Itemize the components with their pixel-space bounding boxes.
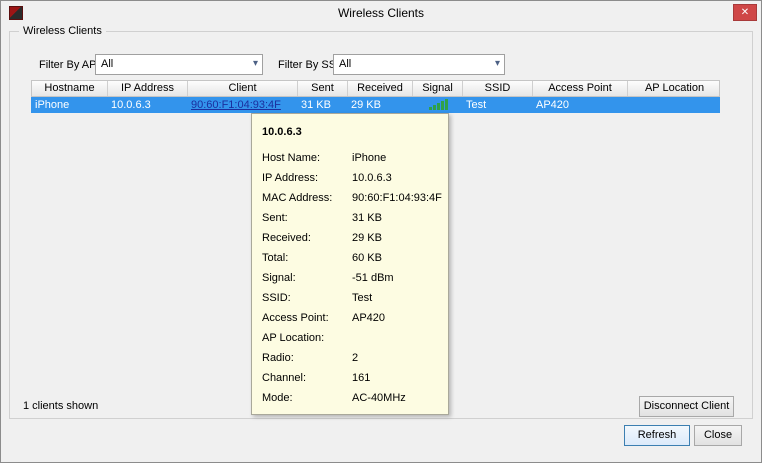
- refresh-button[interactable]: Refresh: [624, 425, 690, 446]
- chevron-down-icon[interactable]: ▾: [495, 58, 500, 69]
- tooltip-row-mode: Mode:AC-40MHz: [262, 388, 440, 408]
- tooltip-title: 10.0.6.3: [262, 122, 440, 142]
- cell-hostname: iPhone: [31, 97, 107, 113]
- close-icon[interactable]: ✕: [733, 4, 757, 21]
- cell-received: 29 KB: [347, 97, 412, 113]
- cell-sent: 31 KB: [297, 97, 347, 113]
- chevron-down-icon[interactable]: ▾: [253, 58, 258, 69]
- tooltip-row-radio: Radio:2: [262, 348, 440, 368]
- col-ip-address[interactable]: IP Address: [108, 81, 188, 96]
- tooltip-row-access-point: Access Point:AP420: [262, 308, 440, 328]
- window-title: Wireless Clients: [1, 6, 761, 20]
- filter-by-ap-select[interactable]: All ▾: [95, 54, 263, 75]
- tooltip-row-mac: MAC Address:90:60:F1:04:93:4F: [262, 188, 440, 208]
- col-access-point[interactable]: Access Point: [533, 81, 628, 96]
- tooltip-row-total: Total:60 KB: [262, 248, 440, 268]
- signal-strength-icon: [412, 97, 462, 113]
- col-hostname[interactable]: Hostname: [32, 81, 108, 96]
- col-sent[interactable]: Sent: [298, 81, 348, 96]
- client-mac-link[interactable]: 90:60:F1:04:93:4F: [191, 99, 281, 111]
- wireless-clients-dialog: Wireless Clients ✕ Wireless Clients Filt…: [0, 0, 762, 463]
- cell-ip: 10.0.6.3: [107, 97, 187, 113]
- tooltip-row-hostname: Host Name:iPhone: [262, 148, 440, 168]
- filter-by-ssid-value: All: [339, 58, 351, 70]
- tooltip-row-ap-location: AP Location:: [262, 328, 440, 348]
- tooltip-row-channel: Channel:161: [262, 368, 440, 388]
- close-button[interactable]: Close: [694, 425, 742, 446]
- cell-access-point: AP420: [532, 97, 627, 113]
- tooltip-row-ssid: SSID:Test: [262, 288, 440, 308]
- table-row[interactable]: iPhone 10.0.6.3 90:60:F1:04:93:4F 31 KB …: [31, 97, 720, 113]
- groupbox-label: Wireless Clients: [19, 25, 106, 37]
- tooltip-row-signal: Signal:-51 dBm: [262, 268, 440, 288]
- client-details-tooltip: 10.0.6.3 Host Name:iPhone IP Address:10.…: [251, 113, 449, 415]
- col-ap-location[interactable]: AP Location: [628, 81, 721, 96]
- col-signal[interactable]: Signal: [413, 81, 463, 96]
- filter-by-ap-label: Filter By AP: [39, 59, 96, 72]
- col-received[interactable]: Received: [348, 81, 413, 96]
- clients-shown-status: 1 clients shown: [23, 400, 98, 412]
- filter-by-ssid-select[interactable]: All ▾: [333, 54, 505, 75]
- col-client[interactable]: Client: [188, 81, 298, 96]
- titlebar[interactable]: Wireless Clients ✕: [1, 1, 761, 27]
- tooltip-row-received: Received:29 KB: [262, 228, 440, 248]
- tooltip-row-ip: IP Address:10.0.6.3: [262, 168, 440, 188]
- filter-by-ap-value: All: [101, 58, 113, 70]
- cell-ssid: Test: [462, 97, 532, 113]
- cell-ap-location: [627, 97, 720, 113]
- col-ssid[interactable]: SSID: [463, 81, 533, 96]
- disconnect-client-button[interactable]: Disconnect Client: [639, 396, 734, 417]
- tooltip-row-sent: Sent:31 KB: [262, 208, 440, 228]
- table-header: Hostname IP Address Client Sent Received…: [31, 80, 720, 97]
